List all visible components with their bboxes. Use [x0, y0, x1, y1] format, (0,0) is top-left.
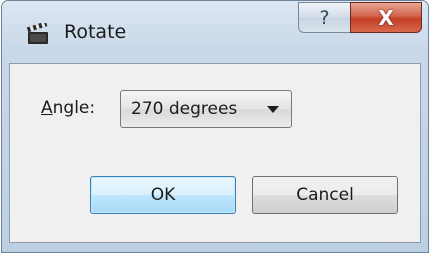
cancel-button[interactable]: Cancel [252, 176, 398, 214]
caption-buttons: ? X [298, 2, 422, 34]
help-button[interactable]: ? [298, 2, 350, 33]
angle-label: Angle: [41, 98, 95, 118]
angle-dropdown-value: 270 degrees [131, 99, 238, 119]
clapperboard-icon [26, 21, 50, 45]
dialog-client-area: Angle: 270 degrees OK Cancel [9, 63, 421, 243]
angle-label-accelerator: A [41, 98, 53, 118]
ok-button-label: OK [150, 185, 176, 205]
rotate-dialog-window: Rotate ? X Angle: 270 degrees OK Cancel [1, 0, 429, 253]
chevron-down-icon [267, 106, 279, 113]
help-icon: ? [319, 6, 330, 29]
cancel-button-label: Cancel [296, 185, 354, 205]
angle-label-text: ngle: [52, 98, 96, 118]
ok-button[interactable]: OK [90, 176, 236, 214]
close-icon: X [378, 5, 394, 30]
close-button[interactable]: X [350, 2, 422, 33]
title-bar[interactable]: Rotate ? X [2, 1, 428, 63]
window-title: Rotate [64, 21, 127, 43]
angle-dropdown[interactable]: 270 degrees [120, 90, 292, 128]
